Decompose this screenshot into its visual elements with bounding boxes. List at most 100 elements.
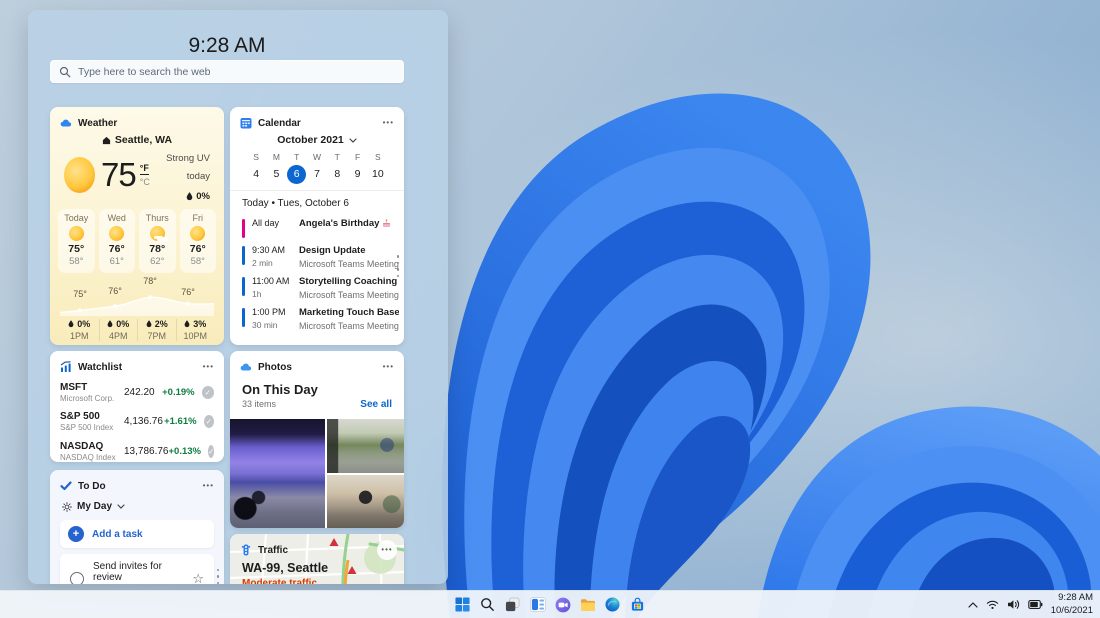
teams-chat-icon: [555, 597, 571, 613]
date-cell-selected[interactable]: 6: [287, 165, 306, 184]
wifi-icon[interactable]: [986, 599, 999, 610]
added-check-icon[interactable]: ✓: [208, 445, 214, 458]
traffic-widget[interactable]: Traffic ••• WA-99, Seattle Moderate traf…: [230, 534, 404, 584]
unit-fahrenheit-toggle[interactable]: °F: [140, 163, 149, 175]
weather-widget[interactable]: Weather Seattle, WA 75 °F °C: [50, 107, 224, 345]
watchlist-row[interactable]: MSFT Microsoft Corp. 242.20 +0.19% ✓: [60, 380, 214, 405]
hourly-cell: 0% 1PM: [60, 319, 99, 341]
store-button[interactable]: [625, 592, 650, 618]
photos-widget: Photos ••• On This Day 33 items See all: [230, 351, 404, 528]
precip-chance: 0%: [196, 191, 210, 202]
calendar-event[interactable]: All day Angela's Birthday: [242, 218, 404, 238]
droplet-icon: [186, 192, 193, 201]
date-cell[interactable]: 5: [266, 165, 286, 184]
droplet-icon: [68, 320, 74, 328]
todo-widget: To Do ••• My Day: [50, 470, 224, 584]
more-options-icon[interactable]: •••: [203, 482, 214, 490]
hourly-cell: 2% 7PM: [137, 319, 176, 341]
added-check-icon[interactable]: ✓: [204, 415, 214, 428]
search-input[interactable]: [78, 66, 395, 78]
search-icon: [59, 66, 71, 78]
date-cell[interactable]: 9: [347, 165, 367, 184]
file-explorer-icon: [580, 598, 596, 612]
start-button[interactable]: [450, 592, 475, 618]
traffic-location: WA-99, Seattle: [242, 561, 328, 575]
see-all-link[interactable]: See all: [360, 399, 392, 410]
more-options-button[interactable]: •••: [377, 540, 397, 560]
calendar-event[interactable]: 1:00 PM 30 min Marketing Touch Base Micr…: [242, 307, 404, 331]
todo-check-icon: [60, 480, 72, 492]
sunny-icon: [64, 157, 95, 193]
widgets-icon: [530, 597, 546, 612]
calendar-scroll-indicator[interactable]: [397, 255, 400, 277]
taskbar: 9:28 AM 10/6/2021: [0, 590, 1100, 618]
more-options-icon[interactable]: •••: [203, 363, 214, 371]
traffic-status: Moderate traffic: [242, 578, 317, 584]
widgets-panel: 9:28 AM Weather: [28, 10, 448, 584]
chevron-down-icon: [117, 504, 125, 509]
weather-condition: Strong UV today: [166, 153, 210, 182]
tray-clock[interactable]: 9:28 AM 10/6/2021: [1051, 592, 1093, 618]
panel-clock: 9:28 AM: [50, 34, 404, 58]
watchlist-row[interactable]: NASDAQ NASDAQ Index 13,786.76 +0.13% ✓: [60, 439, 214, 463]
more-options-icon: •••: [381, 546, 392, 554]
more-options-icon[interactable]: •••: [383, 363, 394, 371]
traffic-light-icon: [240, 544, 252, 556]
hourly-cell: 0% 4PM: [99, 319, 138, 341]
date-cell[interactable]: 8: [327, 165, 347, 184]
tray-chevron-up-icon[interactable]: [968, 602, 978, 608]
battery-icon[interactable]: [1028, 599, 1043, 610]
chat-button[interactable]: [550, 592, 575, 618]
todo-title: To Do: [78, 481, 106, 492]
calendar-title: Calendar: [258, 118, 301, 129]
calendar-event[interactable]: 9:30 AM 2 min Design Update Microsoft Te…: [242, 245, 404, 269]
chevron-down-icon: [349, 138, 357, 143]
task-item[interactable]: Send invites for review Quarterly planni…: [60, 554, 214, 584]
forecast-day[interactable]: Today 75° 58°: [58, 209, 95, 273]
add-task-button[interactable]: + Add a task: [60, 520, 214, 548]
watchlist-title: Watchlist: [78, 362, 122, 373]
task-view-button[interactable]: [500, 592, 525, 618]
weather-cloud-icon: [60, 117, 72, 129]
unit-celsius-toggle[interactable]: °C: [140, 177, 150, 187]
more-options-icon[interactable]: •••: [383, 119, 394, 127]
month-selector[interactable]: October 2021: [230, 134, 404, 146]
photo-thumbnail[interactable]: [230, 419, 325, 528]
on-this-day-heading: On This Day: [242, 382, 392, 397]
watchlist-chart-icon: [60, 361, 72, 373]
widgets-button[interactable]: [525, 592, 550, 618]
sunny-icon: [69, 226, 84, 241]
edge-button[interactable]: [600, 592, 625, 618]
droplet-icon: [184, 320, 190, 328]
today-label: Today • Tues, October 6: [230, 191, 404, 211]
search-button[interactable]: [475, 592, 500, 618]
photo-thumbnail[interactable]: [327, 475, 404, 529]
desktop: 9:28 AM Weather: [0, 0, 1100, 618]
hourly-cell: 3% 10PM: [176, 319, 215, 341]
sunny-icon: [190, 226, 205, 241]
added-check-icon[interactable]: ✓: [202, 386, 214, 399]
volume-icon[interactable]: [1007, 599, 1020, 610]
date-cell[interactable]: 7: [307, 165, 327, 184]
web-search-bar[interactable]: [50, 60, 404, 83]
calendar-event[interactable]: 11:00 AM 1h Storytelling Coaching Pro...…: [242, 276, 404, 300]
weekday-row: SM TW TF S: [246, 152, 388, 162]
watchlist-row[interactable]: S&P 500 S&P 500 Index 4,136.76 +1.61% ✓: [60, 409, 214, 434]
weather-location: Seattle, WA: [115, 134, 172, 146]
forecast-day[interactable]: Thurs 78° 62°: [139, 209, 176, 273]
date-cell[interactable]: 10: [368, 165, 388, 184]
calendar-icon: [240, 117, 252, 129]
photo-thumbnail[interactable]: [327, 419, 404, 473]
forecast-day[interactable]: Wed 76° 61°: [99, 209, 136, 273]
forecast-day[interactable]: Fri 76° 58°: [180, 209, 217, 273]
file-explorer-button[interactable]: [575, 592, 600, 618]
todo-scroll-indicator[interactable]: [217, 569, 220, 585]
list-selector-my-day[interactable]: My Day: [62, 501, 224, 512]
photos-count: 33 items: [242, 399, 276, 409]
droplet-icon: [146, 320, 152, 328]
date-cell[interactable]: 4: [246, 165, 266, 184]
task-view-icon: [505, 597, 520, 612]
droplet-icon: [107, 320, 113, 328]
task-complete-checkbox[interactable]: [70, 572, 84, 585]
important-star-icon[interactable]: ☆: [192, 572, 204, 584]
